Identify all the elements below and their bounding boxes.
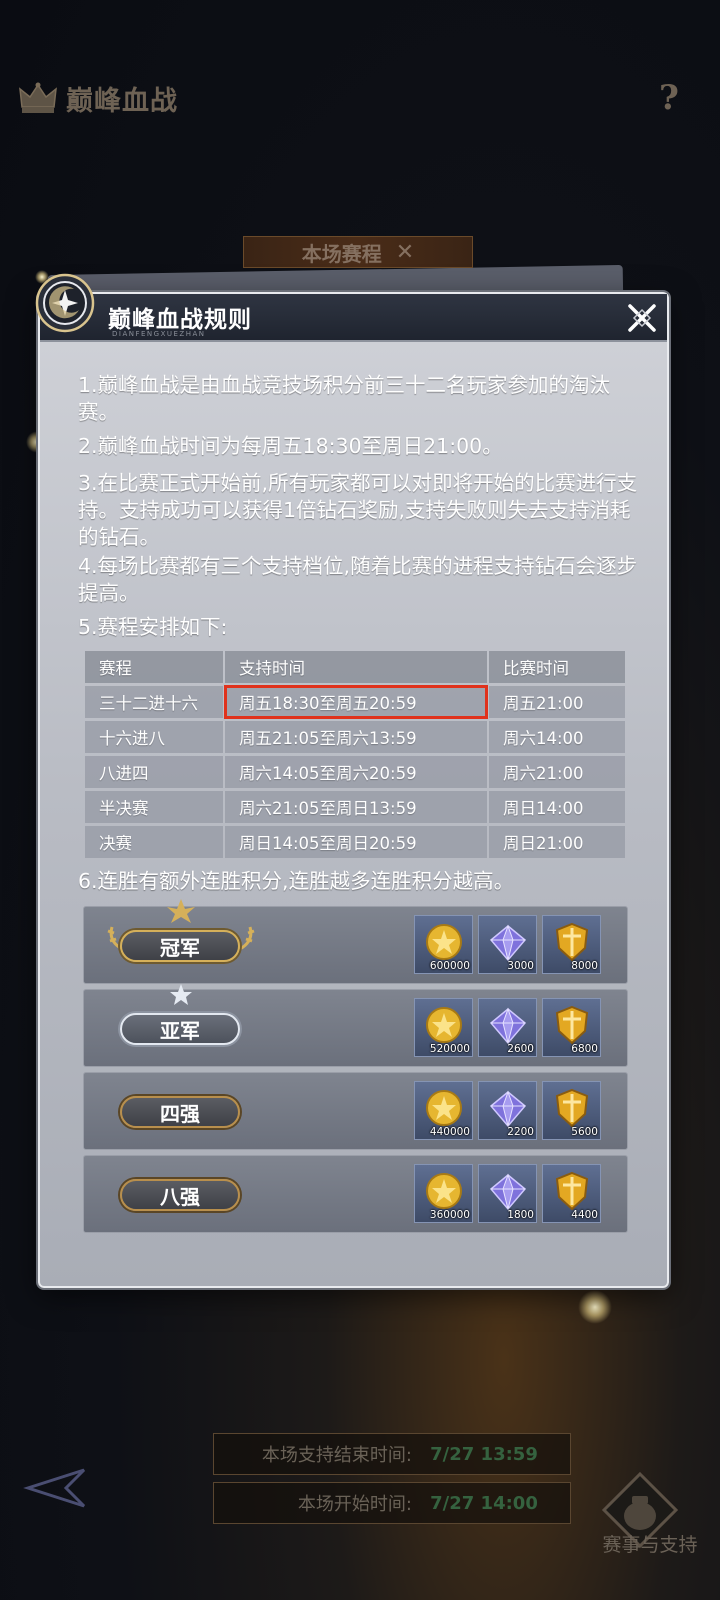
start-time-value: 7/27 14:00 — [430, 1492, 538, 1514]
table-cell: 周日14:00 — [489, 791, 625, 823]
rules-dialog: 巅峰血战规则 DIANFENGXUEZHAN 1.巅峰血战是由血战竞技场积分前三… — [35, 273, 669, 1288]
shield-icon — [555, 1088, 589, 1128]
diamond-icon — [489, 1173, 527, 1211]
table-row: 决赛 周日14:05至周日20:59 周日21:00 — [85, 826, 625, 858]
table-header: 赛程 — [85, 651, 223, 683]
table-header-row: 赛程 支持时间 比赛时间 — [85, 651, 625, 683]
item-count: 520000 — [429, 1043, 470, 1055]
support-end-row: 本场支持结束时间: 7/27 13:59 — [213, 1433, 571, 1475]
item-count: 600000 — [429, 960, 470, 972]
shield-icon — [555, 1005, 589, 1045]
diamond-icon — [489, 1090, 527, 1128]
item-count: 3000 — [507, 960, 534, 972]
rule-4: 4.每场比赛都有三个支持档位,随着比赛的进程支持钻石会逐步提高。 — [78, 554, 638, 605]
bg-banner-label: 本场赛程 — [301, 241, 382, 266]
crossed-swords-icon: ✕ — [395, 239, 415, 265]
reward-item-diamond: 3000 — [478, 915, 537, 974]
table-row: 十六进八 周五21:05至周六13:59 周六14:00 — [85, 721, 625, 753]
item-count: 2200 — [507, 1126, 534, 1138]
rule-5: 5.赛程安排如下: — [78, 615, 228, 639]
table-header: 比赛时间 — [489, 651, 625, 683]
highlighted-cell: 周五18:30至周五20:59 — [224, 685, 488, 719]
rank-badge: 四强 — [120, 1096, 240, 1128]
coin-icon — [426, 924, 462, 960]
item-count: 4400 — [571, 1209, 598, 1221]
item-count: 360000 — [429, 1209, 470, 1221]
reward-item-diamond: 1800 — [478, 1164, 537, 1223]
table-cell: 八进四 — [85, 756, 223, 788]
dialog-header: 巅峰血战规则 DIANFENGXUEZHAN — [35, 273, 667, 342]
shield-icon — [555, 1171, 589, 1211]
reward-item-shield: 5600 — [542, 1081, 601, 1140]
reward-item-coin: 600000 — [414, 915, 473, 974]
table-header: 支持时间 — [225, 651, 487, 683]
table-cell: 十六进八 — [85, 721, 223, 753]
table-cell: 决赛 — [85, 826, 223, 858]
diamond-icon — [489, 924, 527, 962]
support-end-label: 本场支持结束时间: — [261, 1445, 412, 1466]
item-count: 2600 — [507, 1043, 534, 1055]
sparkle — [578, 1290, 612, 1324]
reward-row-champion: 冠军 600000 3000 8000 — [83, 899, 628, 984]
reward-item-coin: 440000 — [414, 1081, 473, 1140]
close-icon[interactable] — [626, 302, 658, 334]
reward-item-shield: 8000 — [542, 915, 601, 974]
reward-row-top-four: 四强 440000 2200 5600 — [83, 1072, 628, 1150]
help-icon[interactable]: ? — [652, 78, 686, 118]
coin-icon — [426, 1090, 462, 1126]
start-time-label: 本场开始时间: — [297, 1494, 412, 1515]
table-cell: 半决赛 — [85, 791, 223, 823]
bg-header: 巅峰血战 — [18, 74, 178, 122]
rule-3: 3.在比赛正式开始前,所有玩家都可以对即将开始的比赛进行支持。支持成功可以获得1… — [78, 471, 638, 549]
start-time-row: 本场开始时间: 7/27 14:00 — [213, 1482, 571, 1524]
emblem-icon — [35, 273, 95, 333]
table-cell: 周六14:00 — [489, 721, 625, 753]
crown-icon — [19, 82, 57, 113]
coin-icon — [426, 1173, 462, 1209]
table-row: 八进四 周六14:05至周六20:59 周六21:00 — [85, 756, 625, 788]
dialog-title: 巅峰血战规则 — [108, 306, 252, 333]
dialog-content[interactable]: 1.巅峰血战是由血战竞技场积分前三十二名玩家参加的淘汰赛。 2.巅峰血战时间为每… — [40, 342, 667, 1286]
table-cell: 周日21:00 — [489, 826, 625, 858]
reward-item-shield: 6800 — [542, 998, 601, 1057]
reward-item-coin: 520000 — [414, 998, 473, 1057]
reward-item-coin: 360000 — [414, 1164, 473, 1223]
reward-item-diamond: 2200 — [478, 1081, 537, 1140]
events-support-button-label[interactable]: 赛事与支持 — [590, 1530, 710, 1557]
table-cell: 周六21:00 — [489, 756, 625, 788]
bg-page-title: 巅峰血战 — [66, 85, 178, 117]
reward-row-runner-up: 亚军 520000 2600 6800 — [83, 984, 628, 1067]
coin-icon — [426, 1007, 462, 1043]
table-row: 半决赛 周六21:05至周日13:59 周日14:00 — [85, 791, 625, 823]
table-cell: 三十二进十六 — [85, 686, 223, 718]
item-count: 6800 — [571, 1043, 598, 1055]
dialog-subtitle: DIANFENGXUEZHAN — [112, 330, 206, 338]
reward-item-shield: 4400 — [542, 1164, 601, 1223]
rule-2: 2.巅峰血战时间为每周五18:30至周日21:00。 — [78, 434, 503, 458]
bg-schedule-banner: 本场赛程 ✕ — [243, 236, 473, 268]
table-cell: 周六14:05至周六20:59 — [225, 756, 487, 788]
table-cell: 周五21:05至周六13:59 — [225, 721, 487, 753]
schedule-table: 赛程 支持时间 比赛时间 三十二进十六 周五18:30至周五20:59 周五21… — [83, 648, 627, 861]
rank-badge: 冠军 — [120, 930, 240, 962]
reward-item-diamond: 2600 — [478, 998, 537, 1057]
reward-row-top-eight: 八强 360000 1800 4400 — [83, 1155, 628, 1233]
table-cell: 周五21:00 — [489, 686, 625, 718]
back-arrow-icon[interactable] — [18, 1462, 88, 1512]
rule-1: 1.巅峰血战是由血战竞技场积分前三十二名玩家参加的淘汰赛。 — [78, 373, 611, 424]
item-count: 1800 — [507, 1209, 534, 1221]
rule-6: 6.连胜有额外连胜积分,连胜越多连胜积分越高。 — [78, 869, 515, 893]
rank-badge: 亚军 — [120, 1013, 240, 1045]
item-count: 5600 — [571, 1126, 598, 1138]
table-cell: 周六21:05至周日13:59 — [225, 791, 487, 823]
diamond-icon — [489, 1007, 527, 1045]
table-row: 三十二进十六 周五18:30至周五20:59 周五21:00 — [85, 685, 625, 719]
item-count: 8000 — [571, 960, 598, 972]
shield-icon — [555, 922, 589, 962]
item-count: 440000 — [429, 1126, 470, 1138]
table-cell: 周日14:05至周日20:59 — [225, 826, 487, 858]
rank-badge: 八强 — [120, 1179, 240, 1211]
support-end-time: 7/27 13:59 — [430, 1443, 538, 1465]
